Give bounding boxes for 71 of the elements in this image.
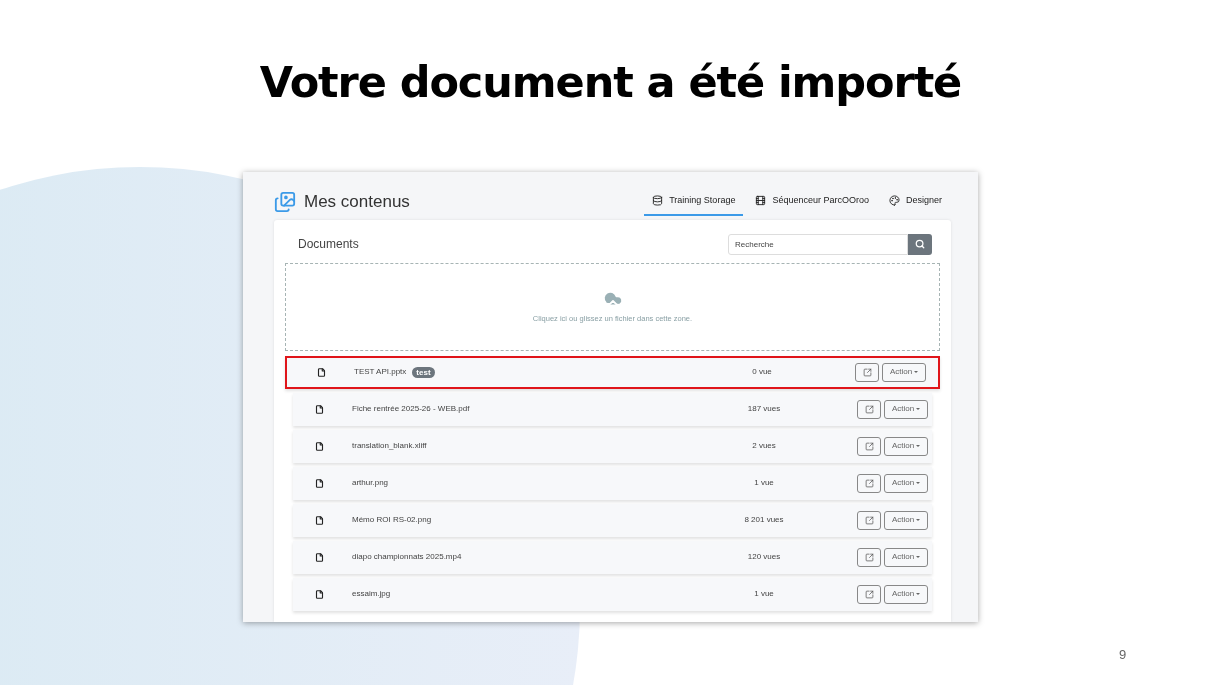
file-icon	[315, 404, 324, 414]
file-name: translation_blank.xliff	[352, 440, 427, 452]
document-row[interactable]: essaim.jpg 1 vue Action	[293, 577, 932, 611]
document-row[interactable]: arthur.png 1 vue Action	[293, 466, 932, 500]
document-row[interactable]: Mémo ROI RS-02.png 8 201 vues Action	[293, 503, 932, 537]
panel-title: Documents	[298, 236, 359, 253]
view-count: 1 vue	[753, 588, 775, 600]
document-row[interactable]: Fiche rentrée 2025-26 - WEB.pdf 187 vues Action	[293, 392, 932, 426]
open-button[interactable]	[857, 547, 881, 567]
file-name: essaim.jpg	[352, 588, 391, 600]
document-row[interactable]: TEST API.pptx test 0 vue Action	[285, 355, 940, 389]
view-count: 120 vues	[746, 551, 782, 563]
external-link-icon	[864, 441, 874, 451]
caret-icon	[914, 371, 919, 373]
external-link-icon	[864, 589, 874, 599]
caret-icon	[916, 593, 921, 595]
app-title: Mes contenus	[304, 191, 410, 213]
action-dropdown[interactable]: Action	[884, 399, 928, 419]
nav-tab[interactable]: Designer	[880, 188, 950, 216]
file-icon	[315, 515, 324, 525]
file-name: TEST API.pptx	[354, 366, 407, 378]
view-count: 187 vues	[746, 403, 782, 415]
file-name: diapo championnats 2025.mp4	[352, 551, 462, 563]
search-button[interactable]	[908, 233, 932, 255]
file-name: Mémo ROI RS-02.png	[352, 514, 432, 526]
open-button[interactable]	[857, 473, 881, 493]
file-icon	[315, 478, 324, 488]
file-name: Fiche rentrée 2025-26 - WEB.pdf	[352, 403, 470, 415]
external-link-icon	[864, 552, 874, 562]
external-link-icon	[864, 515, 874, 525]
caret-icon	[916, 482, 921, 484]
view-count: 8 201 vues	[743, 514, 785, 526]
action-dropdown[interactable]: Action	[884, 547, 928, 567]
caret-icon	[916, 556, 921, 558]
view-count: 0 vue	[751, 366, 773, 378]
slide-title: Votre document a été importé	[259, 56, 962, 109]
open-button[interactable]	[857, 399, 881, 419]
search-icon	[915, 239, 925, 249]
external-link-icon	[864, 404, 874, 414]
search-field[interactable]: Recherche	[728, 233, 908, 255]
external-link-icon	[864, 478, 874, 488]
storage-icon	[652, 195, 664, 207]
document-row[interactable]: diapo championnats 2025.mp4 120 vues Action	[293, 540, 932, 574]
open-button[interactable]	[855, 362, 879, 382]
caret-icon	[916, 519, 921, 521]
file-icon	[315, 441, 324, 451]
action-dropdown[interactable]: Action	[884, 436, 928, 456]
view-count: 1 vue	[753, 477, 775, 489]
caret-icon	[916, 445, 921, 447]
action-dropdown[interactable]: Action	[884, 473, 928, 493]
images-icon	[274, 190, 296, 213]
open-button[interactable]	[857, 510, 881, 530]
file-icon	[315, 589, 324, 599]
file-icon	[315, 552, 324, 562]
nav-tab[interactable]: Training Storage	[644, 188, 744, 216]
palette-icon	[888, 195, 900, 207]
open-button[interactable]	[857, 436, 881, 456]
sequencer-icon	[755, 195, 767, 207]
caret-icon	[916, 408, 921, 410]
open-button[interactable]	[857, 584, 881, 604]
action-dropdown[interactable]: Action	[884, 510, 928, 530]
external-link-icon	[862, 367, 872, 377]
file-tag: test	[412, 366, 435, 378]
view-count: 2 vues	[751, 440, 777, 452]
file-icon	[317, 367, 326, 377]
file-name: arthur.png	[352, 477, 389, 489]
document-row[interactable]: translation_blank.xliff 2 vues Action	[293, 429, 932, 463]
page-number: 9	[1119, 646, 1127, 664]
nav-tab[interactable]: Séquenceur ParcOOroo	[747, 188, 877, 216]
action-dropdown[interactable]: Action	[884, 584, 928, 604]
action-dropdown[interactable]: Action	[882, 362, 926, 382]
